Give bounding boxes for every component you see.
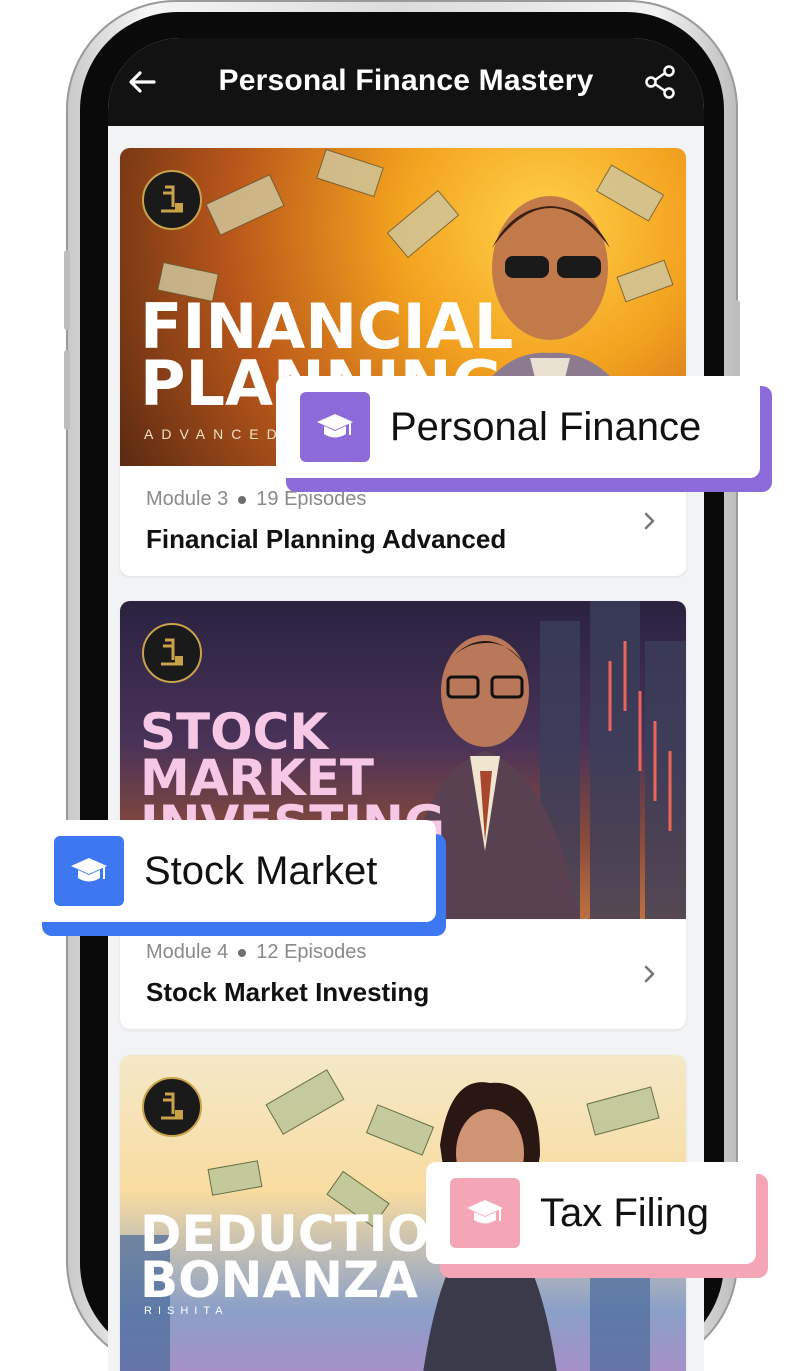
module-number: Module 3: [146, 488, 229, 510]
tag-label: Stock Market: [144, 848, 378, 893]
chevron-right-icon: [644, 965, 655, 983]
logo-glyph-icon: [161, 638, 183, 666]
graduation-cap-icon: [317, 414, 353, 438]
share-button[interactable]: [640, 62, 680, 102]
share-icon: [645, 65, 675, 99]
course-title: Stock Market Investing: [146, 977, 430, 1007]
cover-title: DEDUCTION BONANZA: [140, 1205, 472, 1309]
brand-logo: [142, 623, 202, 683]
logo-glyph-icon: [161, 185, 183, 213]
tag-personal-finance[interactable]: Personal Finance: [276, 376, 760, 478]
phone-side-button: [64, 250, 70, 330]
tag-icon-box: [54, 836, 124, 906]
back-button[interactable]: [122, 62, 162, 102]
separator-dot: [238, 948, 247, 957]
page-title: Personal Finance Mastery: [218, 64, 594, 97]
separator-dot: [238, 495, 247, 504]
phone-side-button: [64, 350, 70, 430]
course-meta: Module 4 12 Episodes: [146, 941, 366, 964]
app-bar: Personal Finance Mastery: [108, 38, 704, 126]
tag-label: Tax Filing: [540, 1190, 709, 1235]
logo-glyph-icon: [161, 1092, 183, 1120]
course-card[interactable]: STOCK MARKET INVESTING Module 4 12 Episo…: [120, 601, 686, 1029]
course-title: Financial Planning Advanced: [146, 524, 507, 554]
chevron-right-icon: [644, 512, 655, 530]
brand-logo: [142, 1077, 202, 1137]
brand-logo: [142, 170, 202, 230]
tag-tax-filing[interactable]: Tax Filing: [426, 1162, 756, 1264]
tag-icon-box: [450, 1178, 520, 1248]
episode-count: 12 Episodes: [256, 941, 367, 963]
tag-stock-market[interactable]: Stock Market: [30, 820, 436, 922]
cover-subtitle: ADVANCED: [144, 426, 285, 442]
tag-label: Personal Finance: [390, 404, 702, 449]
course-card[interactable]: FINANCIAL PLANNING ADVANCED Module 3 19 …: [120, 148, 686, 576]
tag-icon-box: [300, 392, 370, 462]
arrow-left-icon: [129, 71, 156, 93]
graduation-cap-icon: [71, 858, 107, 882]
module-number: Module 4: [146, 941, 229, 963]
cover-subtitle: RISHITA: [144, 1305, 229, 1317]
graduation-cap-icon: [467, 1200, 503, 1224]
